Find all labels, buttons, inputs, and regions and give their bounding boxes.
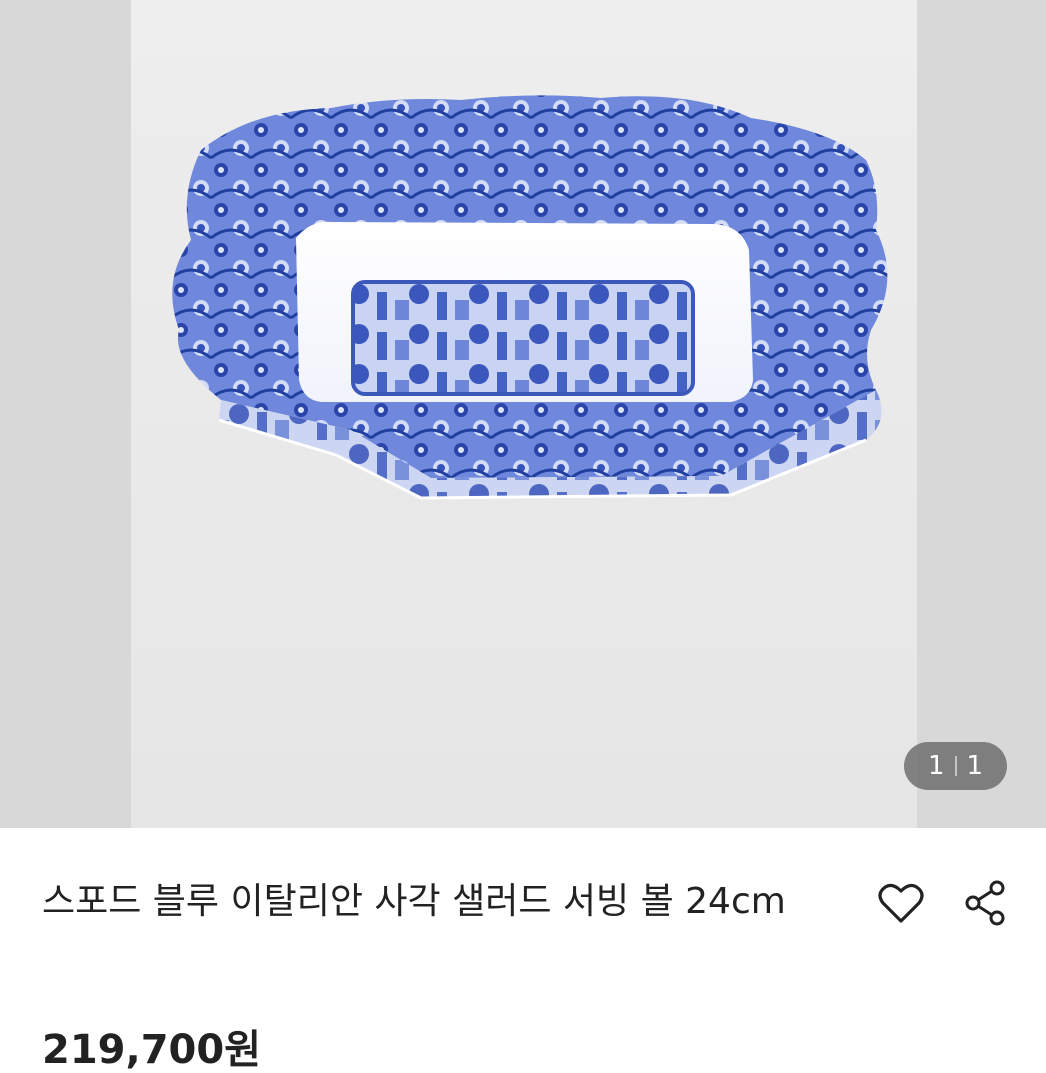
image-counter-separator (954, 756, 957, 776)
like-button[interactable] (876, 878, 926, 928)
bowl-center-panel (351, 280, 695, 396)
share-button[interactable] (960, 878, 1010, 928)
product-price: 219,700원 (42, 1027, 261, 1073)
product-title: 스포드 블루 이탈리안 사각 샐러드 서빙 볼 24cm (42, 881, 786, 922)
product-image-gallery[interactable]: 1 1 (0, 0, 1046, 828)
product-photo[interactable] (131, 0, 917, 828)
image-counter: 1 1 (904, 742, 1007, 790)
bowl-illustration (172, 95, 888, 500)
image-counter-total: 1 (966, 751, 984, 781)
image-counter-current: 1 (927, 751, 945, 781)
heart-icon (878, 883, 924, 923)
product-actions (876, 878, 1010, 928)
share-icon (965, 880, 1005, 926)
